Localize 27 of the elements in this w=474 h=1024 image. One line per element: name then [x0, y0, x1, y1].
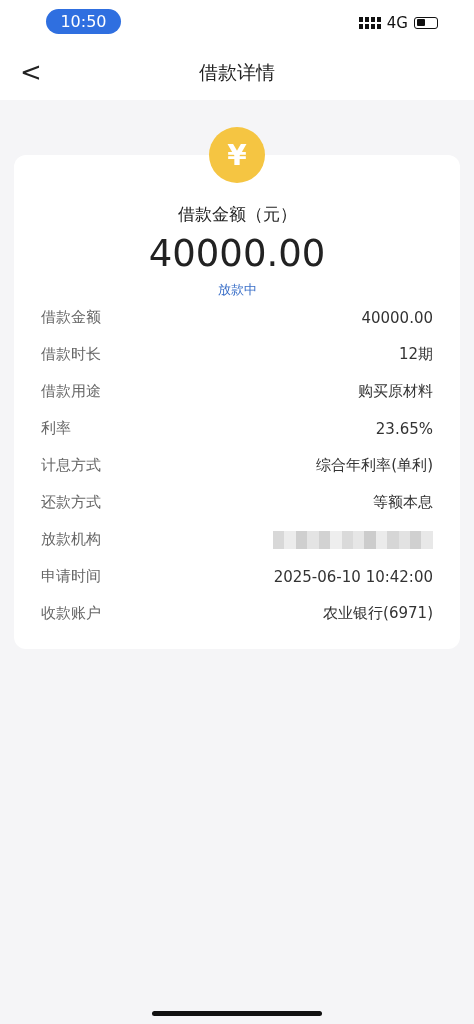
amount-value: 40000.00 [148, 232, 326, 275]
detail-label: 收款账户 [41, 604, 101, 623]
back-button[interactable]: < [14, 57, 48, 87]
yen-icon: ¥ [209, 127, 265, 183]
detail-label: 利率 [41, 419, 71, 438]
detail-label: 借款金额 [41, 308, 101, 327]
network-label: 4G [386, 13, 408, 32]
detail-label: 申请时间 [41, 567, 101, 586]
status-time: 10:50 [46, 9, 121, 34]
battery-icon [414, 16, 438, 29]
detail-value: 农业银行(6971) [323, 604, 433, 623]
loan-status: 放款中 [217, 281, 257, 299]
amount-label: 借款金额（元） [177, 203, 297, 226]
detail-label: 借款用途 [41, 382, 101, 401]
page-title: 借款详情 [199, 59, 275, 85]
detail-value: 购买原材料 [358, 382, 433, 401]
detail-value: 40000.00 [361, 308, 433, 327]
detail-value: 2025-06-10 10:42:00 [273, 567, 433, 586]
detail-value: 等额本息 [373, 493, 433, 512]
detail-label: 还款方式 [41, 493, 101, 512]
detail-label: 借款时长 [41, 345, 101, 364]
detail-value: 23.65% [375, 419, 433, 438]
detail-label: 计息方式 [41, 456, 101, 475]
detail-value: 12期 [398, 345, 433, 364]
detail-value: 综合年利率(单利) [316, 456, 433, 475]
signal-icon [358, 16, 381, 29]
detail-label: 放款机构 [41, 530, 101, 549]
